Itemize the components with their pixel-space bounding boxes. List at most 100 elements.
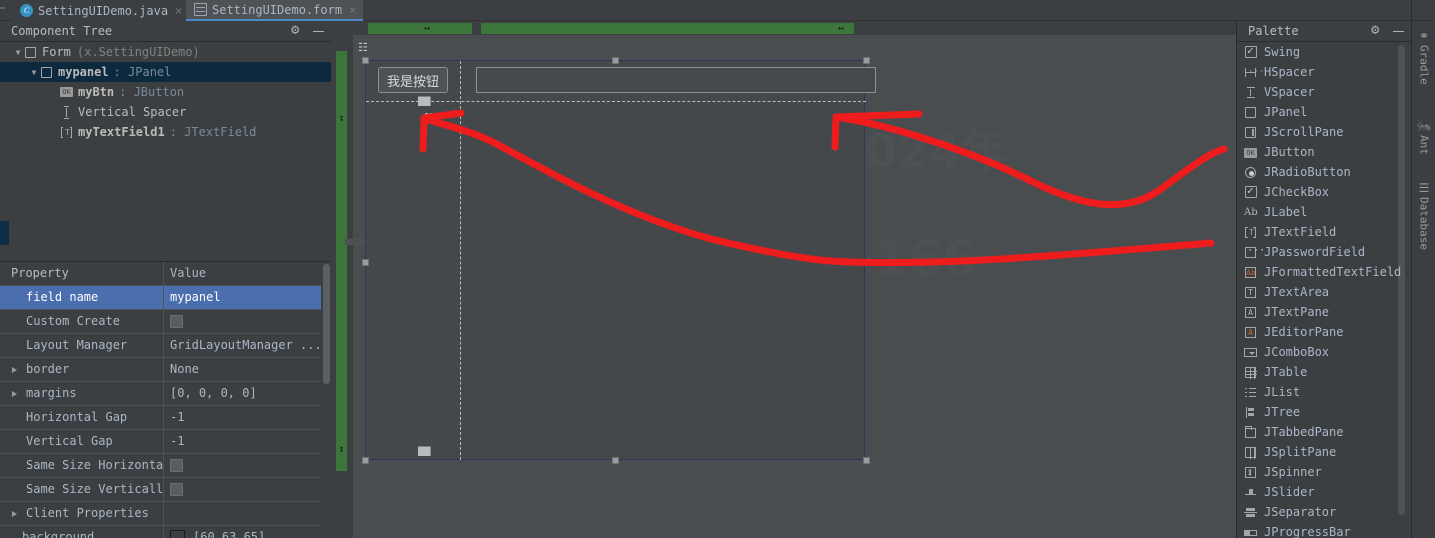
palette-list[interactable]: Swing ··· HSpacer VSpacer JPanel JScroll…	[1237, 42, 1412, 538]
property-value[interactable]: [0, 0, 0, 0]	[164, 382, 331, 406]
palette-item-jsplitpane[interactable]: JSplitPane	[1237, 442, 1412, 462]
selection-handle[interactable]	[612, 57, 619, 64]
property-row-layout-manager[interactable]: Layout Manager GridLayoutManager ...	[0, 333, 331, 358]
palette-item-jslider[interactable]: JSlider	[1237, 482, 1412, 502]
tab-settinguidemo-form[interactable]: SettingUIDemo.form ×	[186, 0, 364, 21]
property-value[interactable]	[164, 478, 331, 502]
property-value[interactable]: -1	[164, 406, 331, 430]
scrollbar-thumb[interactable]	[323, 264, 330, 384]
minimize-icon[interactable]	[313, 31, 324, 32]
chevron-down-icon[interactable]: ▼	[12, 48, 24, 57]
close-icon[interactable]: ×	[173, 4, 182, 18]
designer-jtextfield[interactable]	[476, 67, 876, 93]
property-row-field-name[interactable]: field name mypanel	[0, 285, 331, 310]
property-row-client-properties[interactable]: Client Properties	[0, 501, 331, 526]
property-row-custom-create[interactable]: Custom Create	[0, 309, 331, 334]
palette-item-jformattedtextfield[interactable]: Ab JFormattedTextField	[1237, 262, 1412, 282]
selection-handle[interactable]	[863, 457, 870, 464]
palette-item-jspinner[interactable]: 1 JSpinner	[1237, 462, 1412, 482]
property-row-horizontal-gap[interactable]: Horizontal Gap -1	[0, 405, 331, 430]
property-value[interactable]: GridLayoutManager ...	[164, 334, 331, 358]
palette-item-jseparator[interactable]: JSeparator	[1237, 502, 1412, 522]
palette-item-jcheckbox[interactable]: JCheckBox	[1237, 182, 1412, 202]
palette-group-swing[interactable]: Swing	[1237, 42, 1412, 62]
palette-item-hspacer[interactable]: ··· HSpacer	[1237, 62, 1412, 82]
property-row-vertical-gap[interactable]: Vertical Gap -1	[0, 429, 331, 454]
designer-surface[interactable]: 2024年 2024年 一个 01118 166 20 ☷ 我是按钮	[343, 35, 1236, 538]
resize-handle-icon[interactable]: ↕	[336, 113, 347, 124]
tool-button-database[interactable]: ☰ Database	[1412, 181, 1435, 250]
palette-item-jtextarea[interactable]: T JTextArea	[1237, 282, 1412, 302]
palette-item-jbutton[interactable]: OK JButton	[1237, 142, 1412, 162]
form-root-panel[interactable]: 我是按钮 ███ ●●●●●●●●●●●●●●●●●●●●●●●●●●●●●●●…	[362, 57, 876, 464]
tab-settinguidemo-java[interactable]: C SettingUIDemo.java ×	[12, 0, 190, 21]
color-swatch[interactable]	[170, 530, 185, 538]
palette-item-jprogressbar[interactable]: JProgressBar	[1237, 522, 1412, 538]
component-tree[interactable]: ▼ Form (x.SettingUIDemo) ▼ mypanel : JPa…	[0, 42, 331, 251]
property-row-same-size-horizontally[interactable]: Same Size Horizontally	[0, 453, 331, 478]
palette-item-jradiobutton[interactable]: JRadioButton	[1237, 162, 1412, 182]
tool-button-gradle[interactable]: ⚭ Gradle	[1412, 29, 1435, 85]
palette-item-jcombobox[interactable]: JComboBox	[1237, 342, 1412, 362]
palette-item-jtextfield[interactable]: T JTextField	[1237, 222, 1412, 242]
horizontal-ruler[interactable]: ↔ ↔	[331, 21, 1236, 35]
resize-handle-icon[interactable]: ↔	[424, 23, 430, 34]
gear-icon[interactable]	[1371, 23, 1384, 38]
palette-item-jpanel[interactable]: JPanel	[1237, 102, 1412, 122]
tree-row-mybtn[interactable]: OK myBtn : JButton	[0, 82, 331, 102]
palette-item-jscrollpane[interactable]: JScrollPane	[1237, 122, 1412, 142]
chevron-right-icon[interactable]	[12, 391, 17, 397]
designer-jbutton[interactable]: 我是按钮	[378, 67, 448, 93]
palette-item-jtabbedpane[interactable]: JTabbedPane	[1237, 422, 1412, 442]
palette-item-jtable[interactable]: JTable	[1237, 362, 1412, 382]
resize-handle-icon[interactable]: ↔	[838, 23, 844, 34]
property-row-same-size-vertically[interactable]: Same Size Vertically	[0, 477, 331, 502]
selection-handle[interactable]	[362, 259, 369, 266]
property-value[interactable]: -1	[164, 430, 331, 454]
property-value[interactable]	[164, 310, 331, 334]
palette-item-vspacer[interactable]: VSpacer	[1237, 82, 1412, 102]
palette-item-jeditorpane[interactable]: A JEditorPane	[1237, 322, 1412, 342]
ruler-column-segment-1[interactable]	[368, 23, 472, 34]
selection-handle[interactable]	[362, 57, 369, 64]
ruler-column-segment-2[interactable]	[481, 23, 854, 34]
tree-row-form[interactable]: ▼ Form (x.SettingUIDemo)	[0, 42, 331, 62]
grid-layout-icon[interactable]: ☷	[358, 41, 372, 55]
checkbox-icon[interactable]	[170, 459, 183, 472]
property-row-background[interactable]: background [60,63,65]	[0, 525, 331, 538]
palette-item-jlabel[interactable]: Ab JLabel	[1237, 202, 1412, 222]
property-table[interactable]: Property Value field name mypanel Custom…	[0, 261, 331, 538]
form-designer-canvas[interactable]: ↔ ↔ ↕ ↕ 2024年 2024年 一个 01118 166 20 ☷	[331, 21, 1236, 538]
selection-handle[interactable]	[863, 259, 870, 266]
selection-handle[interactable]	[863, 57, 870, 64]
palette-item-jtree[interactable]: JTree	[1237, 402, 1412, 422]
minimize-icon[interactable]	[1393, 31, 1404, 32]
palette-item-jpasswordfield[interactable]: JPasswordField	[1237, 242, 1412, 262]
property-scrollbar[interactable]	[321, 262, 331, 538]
selection-handle[interactable]	[362, 457, 369, 464]
checkbox-checked-icon[interactable]	[1244, 44, 1258, 59]
property-value[interactable]: [60,63,65]	[164, 526, 331, 538]
palette-item-jlist[interactable]: JList	[1237, 382, 1412, 402]
chevron-right-icon[interactable]	[12, 511, 17, 517]
property-value[interactable]	[164, 502, 331, 526]
property-row-border[interactable]: border None	[0, 357, 331, 382]
chevron-down-icon[interactable]: ▼	[28, 68, 40, 77]
property-row-margins[interactable]: margins [0, 0, 0, 0]	[0, 381, 331, 406]
resize-handle-icon[interactable]: ↕	[336, 444, 347, 455]
tool-button-ant[interactable]: 🐜 Ant	[1412, 119, 1435, 155]
property-value[interactable]: mypanel	[164, 286, 331, 310]
checkbox-icon[interactable]	[170, 483, 183, 496]
gear-icon[interactable]	[291, 23, 304, 38]
vertical-spacer-component[interactable]: ●●●●●●●●●●●●●●●●●●●●●●●●●●●●●●●●●●●●●●●●…	[424, 113, 433, 481]
tree-row-mypanel[interactable]: ▼ mypanel : JPanel	[0, 62, 331, 82]
property-value[interactable]	[164, 454, 331, 478]
property-value[interactable]: None	[164, 358, 331, 382]
chevron-right-icon[interactable]	[12, 367, 17, 373]
close-icon[interactable]: ×	[347, 3, 356, 17]
palette-item-jtextpane[interactable]: A JTextPane	[1237, 302, 1412, 322]
tree-row-mytextfield1[interactable]: T myTextField1 : JTextField	[0, 122, 331, 142]
tree-row-vertical-spacer[interactable]: Vertical Spacer	[0, 102, 331, 122]
checkbox-icon[interactable]	[170, 315, 183, 328]
selection-handle[interactable]	[612, 457, 619, 464]
